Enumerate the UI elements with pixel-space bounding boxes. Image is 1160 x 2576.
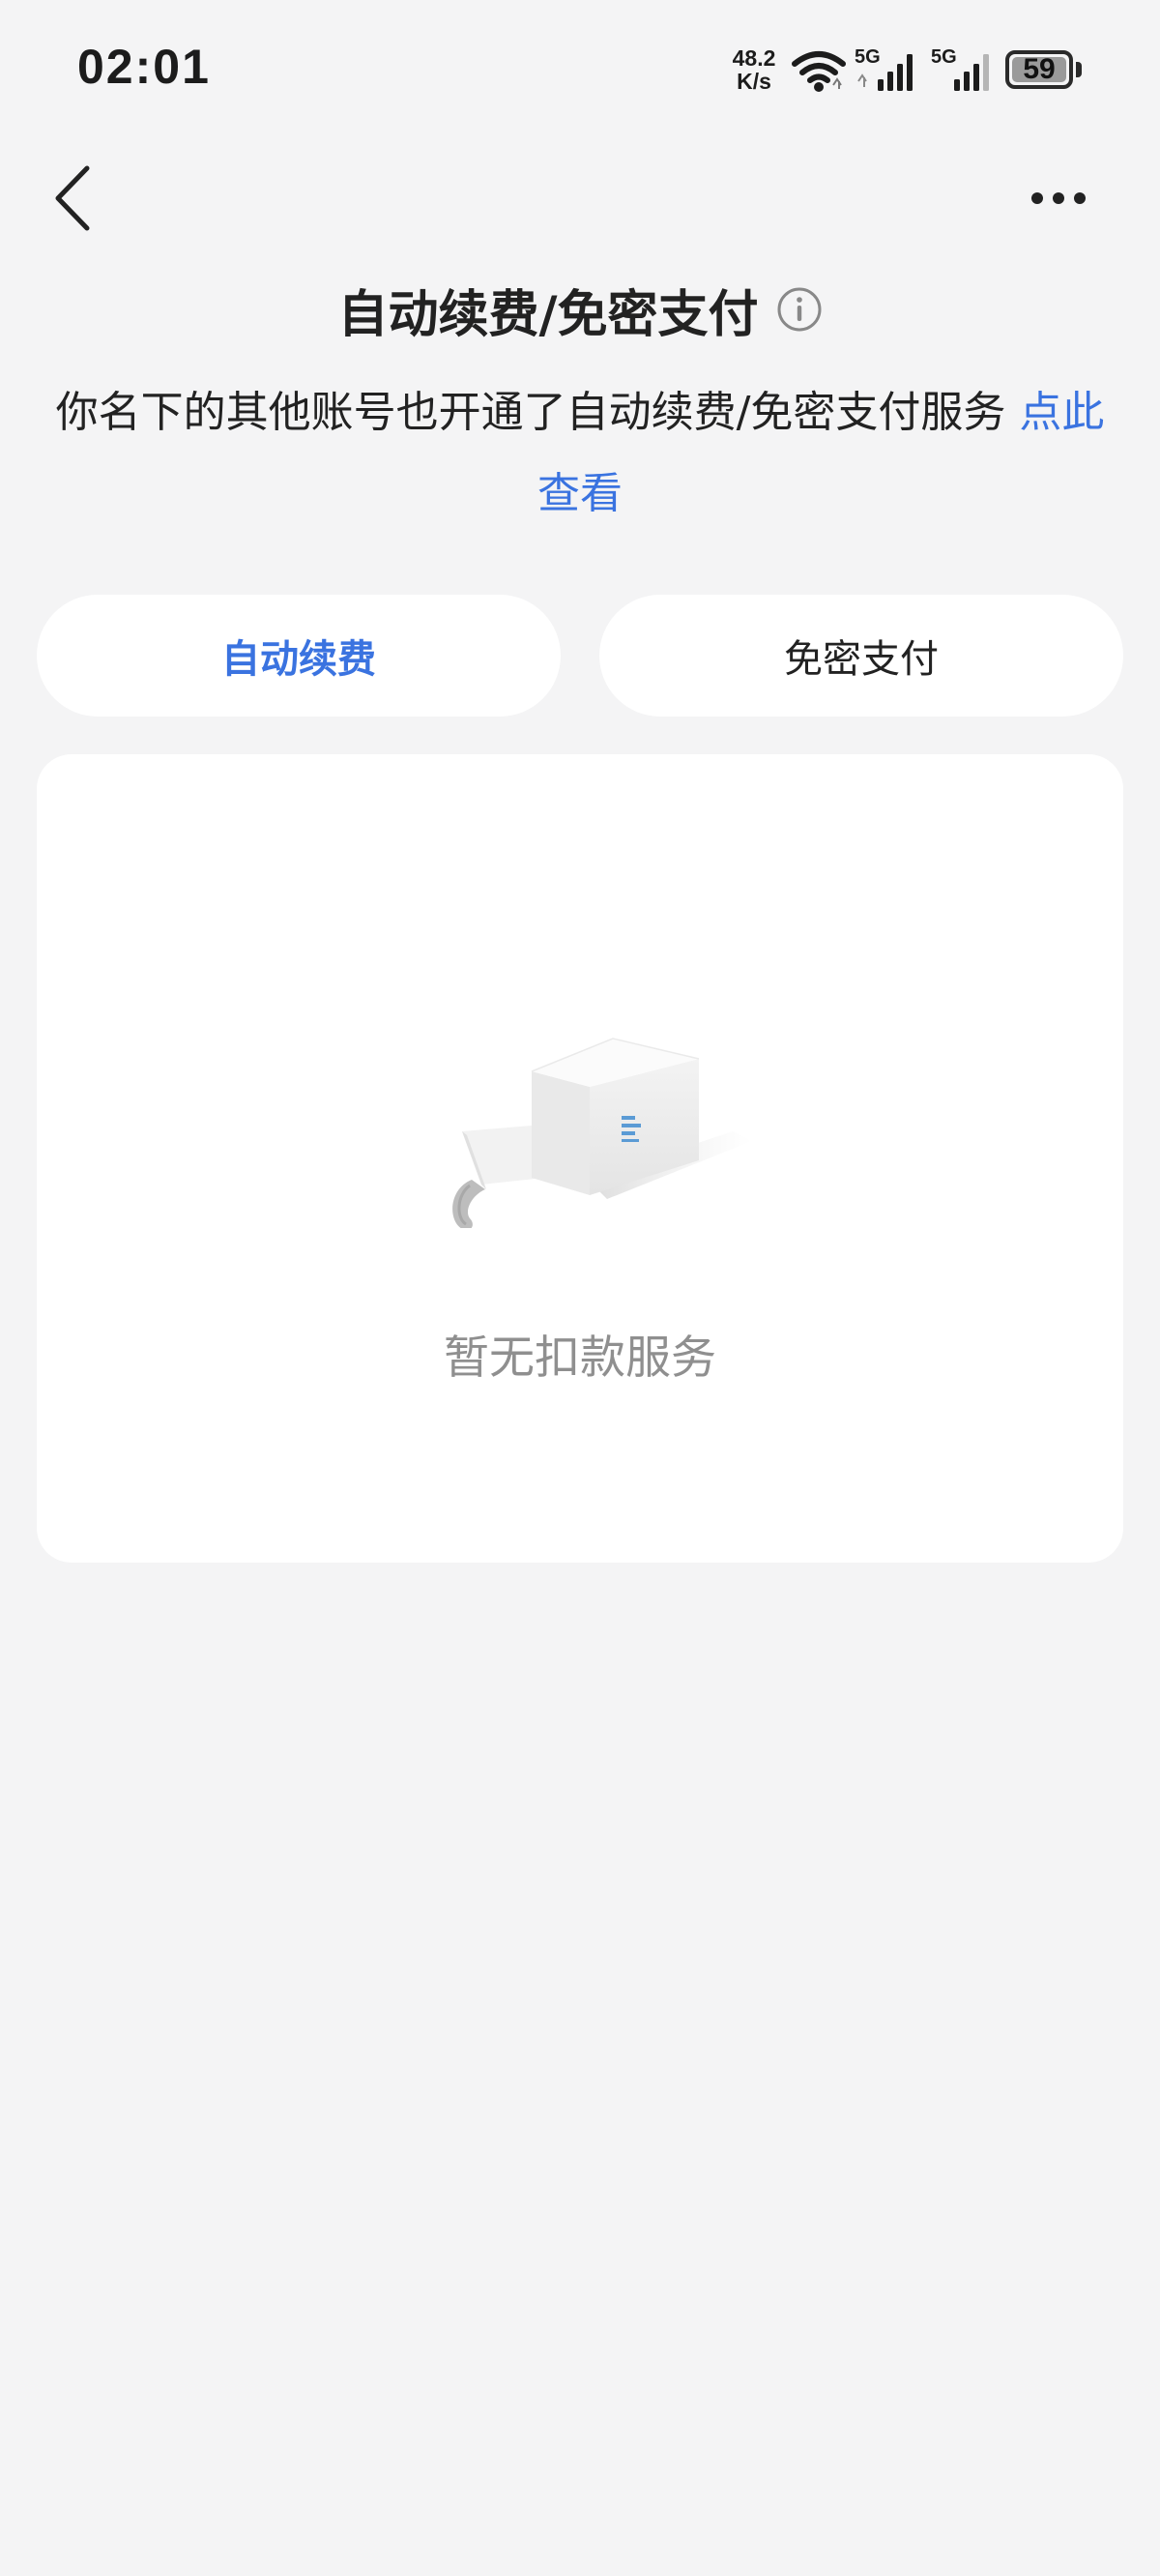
wifi-icon xyxy=(792,51,846,92)
other-accounts-notice: 你名下的其他账号也开通了自动续费/免密支付服务 点此查看 xyxy=(39,372,1121,535)
notice-text: 你名下的其他账号也开通了自动续费/免密支付服务 xyxy=(55,388,1020,437)
battery-tip xyxy=(1076,62,1082,77)
back-button[interactable] xyxy=(39,155,106,242)
empty-state-message: 暂无扣款服务 xyxy=(444,1332,716,1385)
empty-box-icon xyxy=(452,1038,752,1228)
tab-auto-renewal[interactable]: 自动续费 xyxy=(37,595,561,717)
status-bar: 02:01 48.2 K/s 5G 5G 59 xyxy=(0,0,1160,145)
info-icon[interactable] xyxy=(776,286,823,333)
battery-level: 59 xyxy=(1012,53,1066,85)
network-speed-unit: K/s xyxy=(737,69,771,94)
network-speed: 48.2 K/s xyxy=(725,46,783,93)
content-card: 暂无扣款服务 xyxy=(37,754,1123,1563)
more-dots-icon xyxy=(1031,192,1086,204)
page-title: 自动续费/免密支付 xyxy=(337,285,759,344)
more-options-button[interactable] xyxy=(1015,169,1102,227)
signal-icon xyxy=(954,54,989,91)
tab-password-free-payment[interactable]: 免密支付 xyxy=(599,595,1123,717)
back-arrow-icon xyxy=(55,165,90,231)
title-row: 自动续费/免密支付 xyxy=(0,271,1160,348)
status-time: 02:01 xyxy=(77,40,211,94)
network-speed-value: 48.2 xyxy=(732,45,776,71)
battery-icon: 59 xyxy=(1005,50,1073,89)
signal-icon xyxy=(857,54,913,91)
